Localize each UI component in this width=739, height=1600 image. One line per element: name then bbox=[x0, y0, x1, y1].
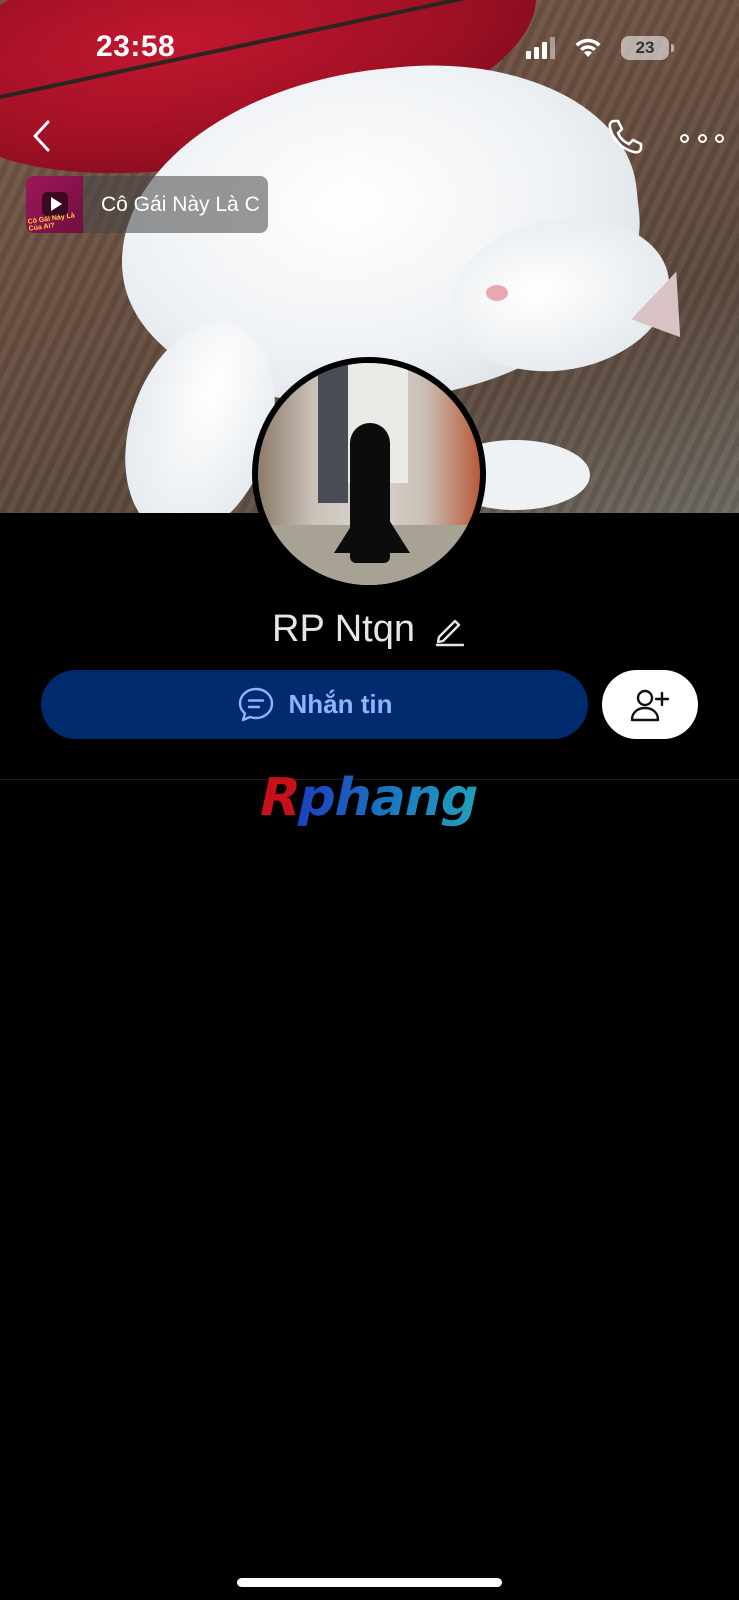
call-button[interactable] bbox=[604, 116, 646, 158]
watermark-rest: phang bbox=[292, 768, 485, 828]
status-icons: 23 bbox=[526, 36, 674, 60]
more-options-button[interactable] bbox=[680, 120, 724, 156]
more-dot bbox=[715, 133, 724, 143]
avatar-image bbox=[258, 363, 480, 585]
status-time: 23:58 bbox=[96, 30, 176, 63]
signal-bars-icon bbox=[526, 37, 555, 59]
message-button[interactable]: Nhắn tin bbox=[41, 670, 588, 739]
watermark-logo: R phang bbox=[253, 766, 487, 830]
add-friend-button[interactable] bbox=[602, 670, 698, 739]
music-title: Cô Gái Này Là C bbox=[101, 192, 260, 216]
message-button-label: Nhắn tin bbox=[288, 689, 393, 719]
music-thumbnail: Cô Gái Này Là Của Ai? bbox=[26, 176, 83, 233]
profile-avatar[interactable] bbox=[252, 357, 486, 591]
back-button[interactable] bbox=[22, 116, 62, 156]
cover-cat-nose bbox=[486, 285, 508, 301]
home-indicator[interactable] bbox=[237, 1578, 502, 1587]
chat-bubble-icon bbox=[238, 687, 273, 721]
pencil-icon[interactable] bbox=[433, 613, 467, 647]
more-dot bbox=[680, 133, 689, 143]
play-icon bbox=[42, 192, 68, 216]
profile-name-row: RP Ntqn bbox=[0, 608, 739, 651]
profile-music-button[interactable]: Cô Gái Này Là Của Ai? Cô Gái Này Là C bbox=[26, 176, 268, 233]
wifi-icon bbox=[575, 38, 601, 57]
chevron-left-icon bbox=[33, 120, 50, 152]
battery-indicator: 23 bbox=[621, 36, 674, 60]
profile-name: RP Ntqn bbox=[272, 608, 415, 650]
phone-icon bbox=[608, 119, 643, 154]
more-dot bbox=[697, 133, 707, 143]
music-thumbnail-caption: Cô Gái Này Là Của Ai? bbox=[27, 212, 76, 233]
avatar-dress bbox=[334, 493, 410, 553]
add-user-icon bbox=[630, 689, 670, 721]
avatar-curtain bbox=[318, 363, 348, 503]
